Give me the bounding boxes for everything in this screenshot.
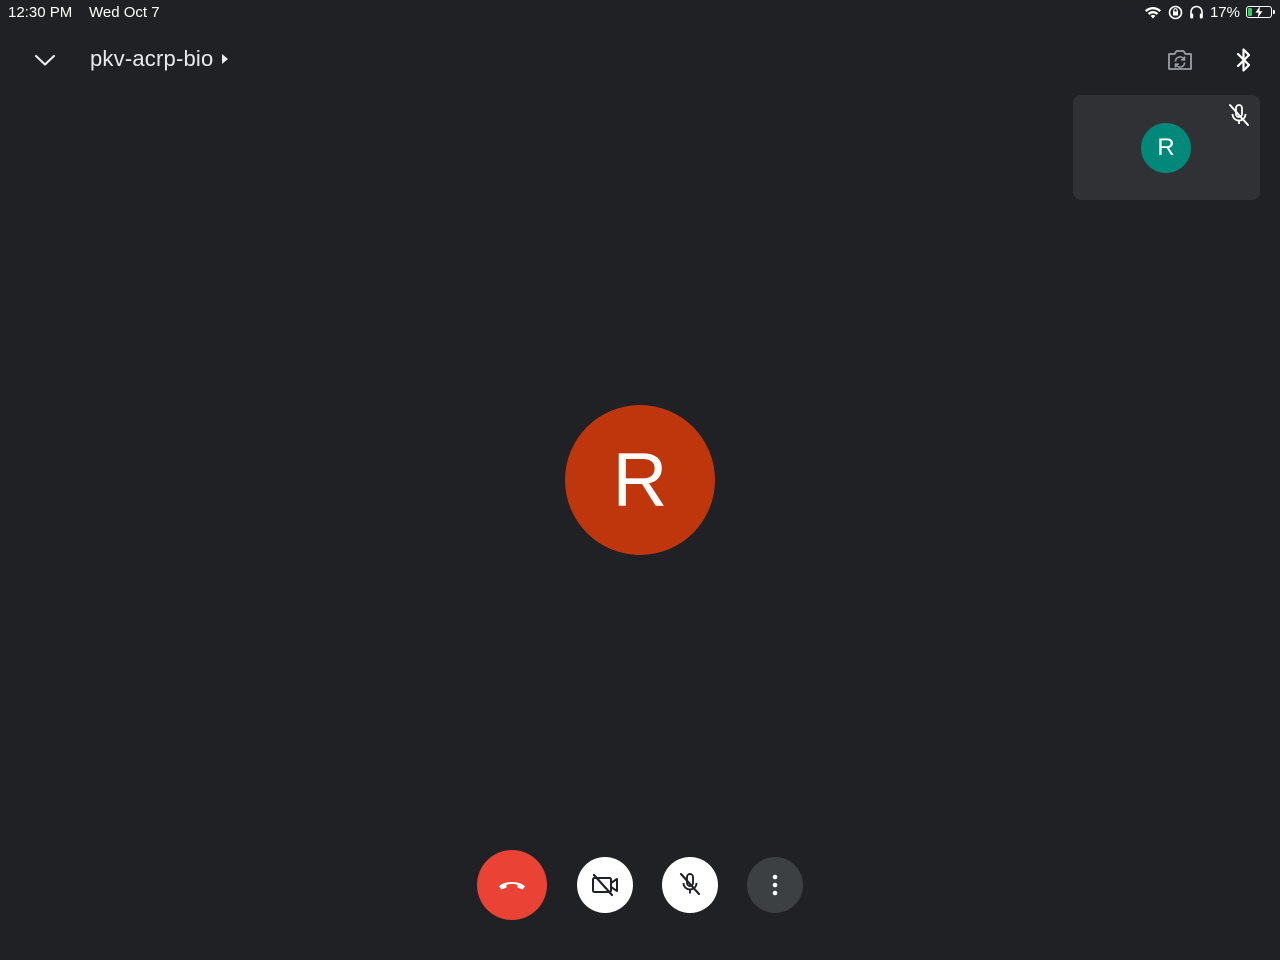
videocam-off-icon — [592, 873, 618, 897]
camera-toggle-button[interactable] — [577, 857, 633, 913]
self-view-tile[interactable]: R — [1073, 95, 1260, 200]
mic-off-icon — [1226, 103, 1252, 129]
self-avatar: R — [1141, 123, 1191, 173]
call-header: pkv-acrp-bio — [0, 36, 1280, 84]
bluetooth-icon — [1236, 48, 1251, 72]
switch-camera-button[interactable] — [1160, 40, 1200, 80]
wifi-icon — [1144, 5, 1162, 19]
end-call-button[interactable] — [477, 850, 547, 920]
orientation-lock-icon — [1168, 5, 1183, 20]
meeting-info-button[interactable]: pkv-acrp-bio — [90, 46, 229, 72]
caret-right-icon — [222, 54, 229, 64]
switch-camera-icon — [1168, 50, 1192, 70]
battery-charging-icon — [1246, 6, 1275, 18]
microphone-toggle-button[interactable] — [662, 857, 718, 913]
headphones-icon — [1189, 5, 1204, 19]
collapse-button[interactable] — [25, 40, 65, 80]
participant-avatar: R — [565, 405, 715, 555]
status-icons: 17% — [1144, 3, 1275, 21]
audio-output-button[interactable] — [1224, 40, 1264, 80]
meet-call-screen: 12:30 PM Wed Oct 7 17% pkv-acrp-bio R R — [0, 0, 1280, 960]
more-vert-icon — [772, 874, 778, 896]
meeting-code: pkv-acrp-bio — [90, 46, 214, 71]
status-bar: 12:30 PM Wed Oct 7 17% — [0, 0, 1280, 24]
chevron-down-icon — [34, 54, 56, 66]
battery-level-fill — [1248, 8, 1252, 16]
status-date: Wed Oct 7 — [89, 4, 160, 21]
battery-percent: 17% — [1209, 3, 1240, 21]
call-controls — [0, 850, 1280, 920]
status-time: 12:30 PM — [8, 4, 73, 21]
mic-off-icon — [679, 872, 701, 896]
more-options-button[interactable] — [747, 857, 803, 913]
call-end-icon — [499, 882, 525, 890]
